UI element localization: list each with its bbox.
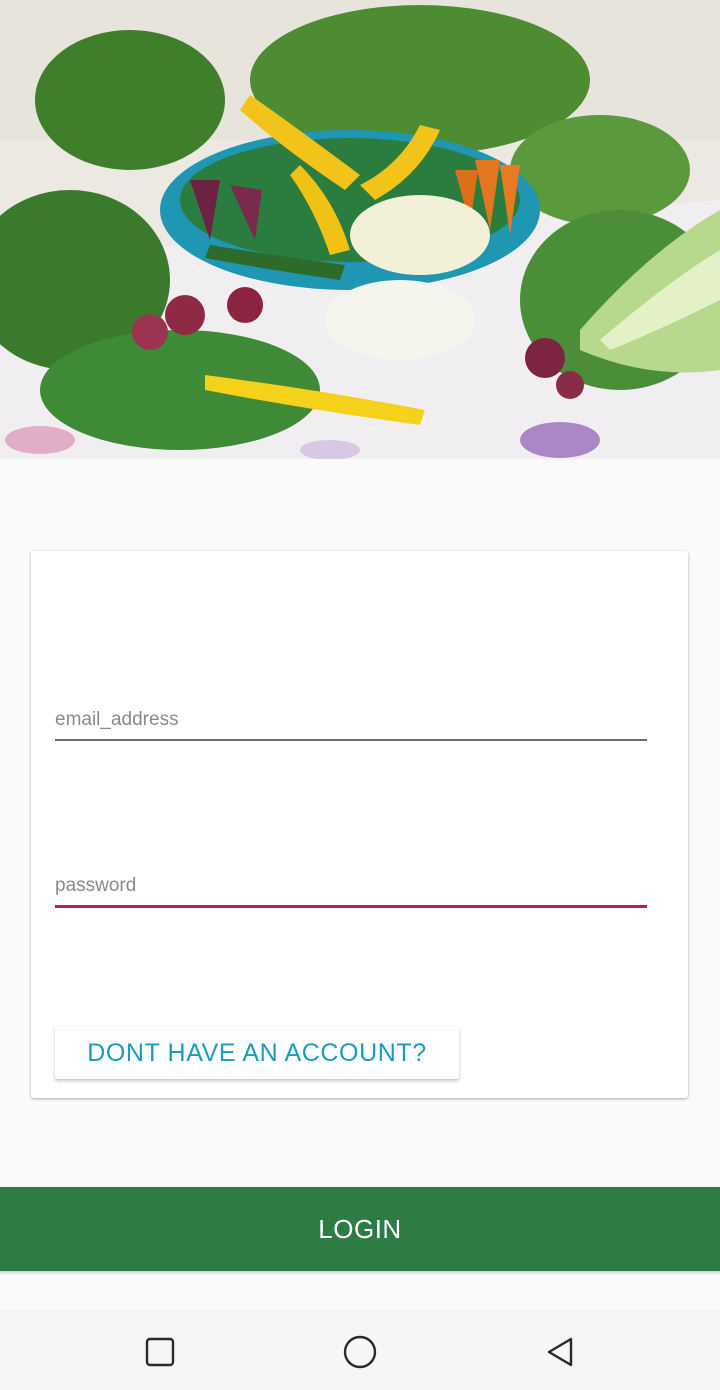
circle-icon xyxy=(343,1335,377,1369)
login-button[interactable]: LOGIN xyxy=(0,1187,720,1271)
recents-button[interactable] xyxy=(136,1328,184,1376)
email-input[interactable] xyxy=(55,709,647,739)
create-account-button[interactable]: DONT HAVE AN ACCOUNT? xyxy=(55,1027,459,1079)
password-input[interactable] xyxy=(55,875,647,905)
home-button[interactable] xyxy=(336,1328,384,1376)
login-screen: DONT HAVE AN ACCOUNT? LOGIN xyxy=(0,0,720,1390)
square-icon xyxy=(145,1337,175,1367)
back-button[interactable] xyxy=(536,1328,584,1376)
triangle-back-icon xyxy=(547,1337,573,1367)
vegetables-photo xyxy=(0,0,720,459)
password-underline xyxy=(55,905,647,908)
system-navigation-bar xyxy=(0,1310,720,1390)
login-card: DONT HAVE AN ACCOUNT? xyxy=(31,551,688,1098)
email-underline xyxy=(55,739,647,741)
password-field-wrapper xyxy=(55,875,647,908)
email-field-wrapper xyxy=(55,709,647,741)
